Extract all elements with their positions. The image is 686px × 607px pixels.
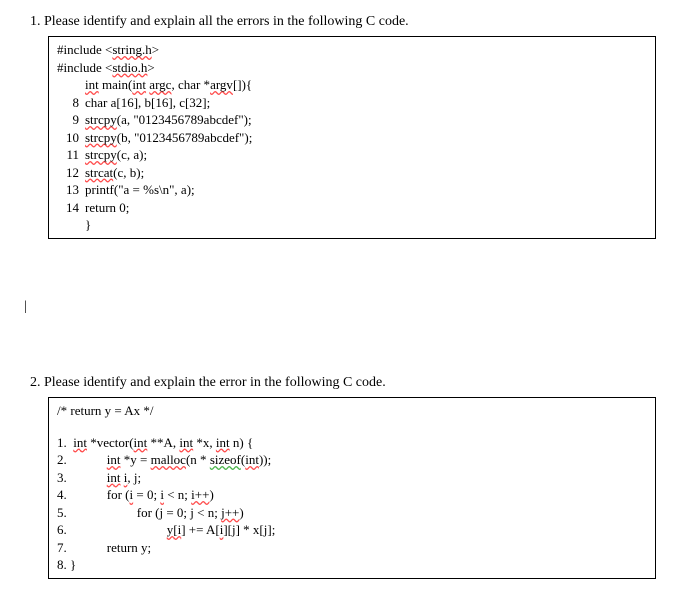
- code-line: 14return 0;: [57, 199, 647, 217]
- question-1-prompt: 1. Please identify and explain all the e…: [30, 14, 666, 30]
- code-line: 9strcpy(a, "0123456789abcdef");: [57, 111, 647, 129]
- code-text: , j;: [127, 470, 141, 485]
- code-text: #include <: [57, 42, 112, 57]
- code-text: j++: [221, 505, 239, 520]
- blank-line: [57, 420, 647, 434]
- code-line: 4.for (i = 0; i < n; i++): [57, 486, 647, 504]
- code-text: return y;: [107, 540, 151, 555]
- code-text: sizeof: [210, 452, 241, 467]
- code-text: int: [245, 452, 259, 467]
- code-block-1: #include <string.h> #include <stdio.h> i…: [48, 36, 656, 239]
- code-text: i++: [191, 487, 209, 502]
- code-text: strcpy: [85, 147, 117, 162]
- line-number: 3.: [57, 470, 67, 485]
- code-text: int: [107, 470, 121, 485]
- code-text: (c, b);: [113, 165, 144, 180]
- code-text: strcat: [85, 165, 113, 180]
- code-text: **A,: [147, 435, 179, 450]
- code-text: (n *: [186, 452, 210, 467]
- code-text: *y =: [120, 452, 150, 467]
- code-text: ] += A[: [181, 522, 220, 537]
- code-text: strcpy: [85, 130, 117, 145]
- code-text: *x,: [193, 435, 216, 450]
- code-text: < n;: [164, 487, 191, 502]
- code-text: , char *: [171, 77, 210, 92]
- code-line: #include <string.h>: [57, 41, 647, 59]
- code-text: ): [209, 487, 213, 502]
- code-text: for (: [107, 487, 130, 502]
- code-text: printf("a = %s\n", a);: [85, 182, 195, 197]
- code-text: y[i: [167, 522, 181, 537]
- code-text: >: [152, 42, 159, 57]
- code-text: *vector(: [87, 435, 134, 450]
- code-text: string.h: [112, 42, 151, 57]
- code-text: 8. }: [57, 557, 76, 572]
- code-text: (b, "0123456789abcdef");: [117, 130, 253, 145]
- code-line: 12strcat(c, b);: [57, 164, 647, 182]
- question-2-prompt: 2. Please identify and explain the error…: [30, 375, 666, 391]
- code-text: int: [216, 435, 230, 450]
- text-cursor: |: [24, 299, 666, 315]
- code-text: argv: [210, 77, 233, 92]
- code-line: #include <stdio.h>: [57, 59, 647, 77]
- line-number: 2.: [57, 452, 67, 467]
- code-text: return 0;: [85, 200, 129, 215]
- code-text: = 0;: [133, 487, 160, 502]
- line-number: 4.: [57, 487, 67, 502]
- code-text: >: [147, 60, 154, 75]
- code-line: 7. return y;: [57, 539, 647, 557]
- code-line: 5. for (j = 0; j < n; j++): [57, 504, 647, 522]
- code-text: argc: [149, 77, 171, 92]
- code-text: char a[16], b[16], c[32];: [85, 95, 210, 110]
- code-comment: /* return y = Ax */: [57, 402, 647, 420]
- code-line: 11strcpy(c, a);: [57, 146, 647, 164]
- code-text: main(: [99, 77, 133, 92]
- line-number: 5.: [57, 505, 67, 520]
- code-text: }: [85, 217, 91, 232]
- line-number: 6.: [57, 522, 67, 537]
- code-text: ): [239, 505, 243, 520]
- code-text: malloc: [151, 452, 186, 467]
- code-text: int: [85, 77, 99, 92]
- code-line: 3.int i, j;: [57, 469, 647, 487]
- code-line: 10strcpy(b, "0123456789abcdef");: [57, 129, 647, 147]
- code-line: 2.int *y = malloc(n * sizeof(int));: [57, 451, 647, 469]
- code-text: []){: [233, 77, 252, 92]
- code-text: 1.: [57, 435, 73, 450]
- code-text: stdio.h: [112, 60, 147, 75]
- code-text: for (j = 0; j < n;: [137, 505, 221, 520]
- code-text: (c, a);: [117, 147, 147, 162]
- code-text: strcpy: [85, 112, 117, 127]
- code-line: 1. int *vector(int **A, int *x, int n) {: [57, 434, 647, 452]
- code-line: 13printf("a = %s\n", a);: [57, 181, 647, 199]
- line-number: 7.: [57, 540, 67, 555]
- code-line: 6.y[i] += A[i][j] * x[j];: [57, 521, 647, 539]
- code-line: 8char a[16], b[16], c[32];: [57, 94, 647, 112]
- code-text: #include <: [57, 60, 112, 75]
- code-text: int: [179, 435, 193, 450]
- code-line: int main(int argc, char *argv[]){: [57, 76, 647, 94]
- code-text: int: [73, 435, 87, 450]
- code-text: (a, "0123456789abcdef");: [117, 112, 252, 127]
- code-text: int: [107, 452, 121, 467]
- code-text: int: [134, 435, 148, 450]
- code-text: n) {: [230, 435, 254, 450]
- code-block-2: /* return y = Ax */ 1. int *vector(int *…: [48, 397, 656, 579]
- code-text: ));: [259, 452, 271, 467]
- code-line: 8. }: [57, 556, 647, 574]
- code-text: int: [132, 77, 146, 92]
- code-text: ][j] * x[j];: [223, 522, 275, 537]
- code-line: }: [57, 216, 647, 234]
